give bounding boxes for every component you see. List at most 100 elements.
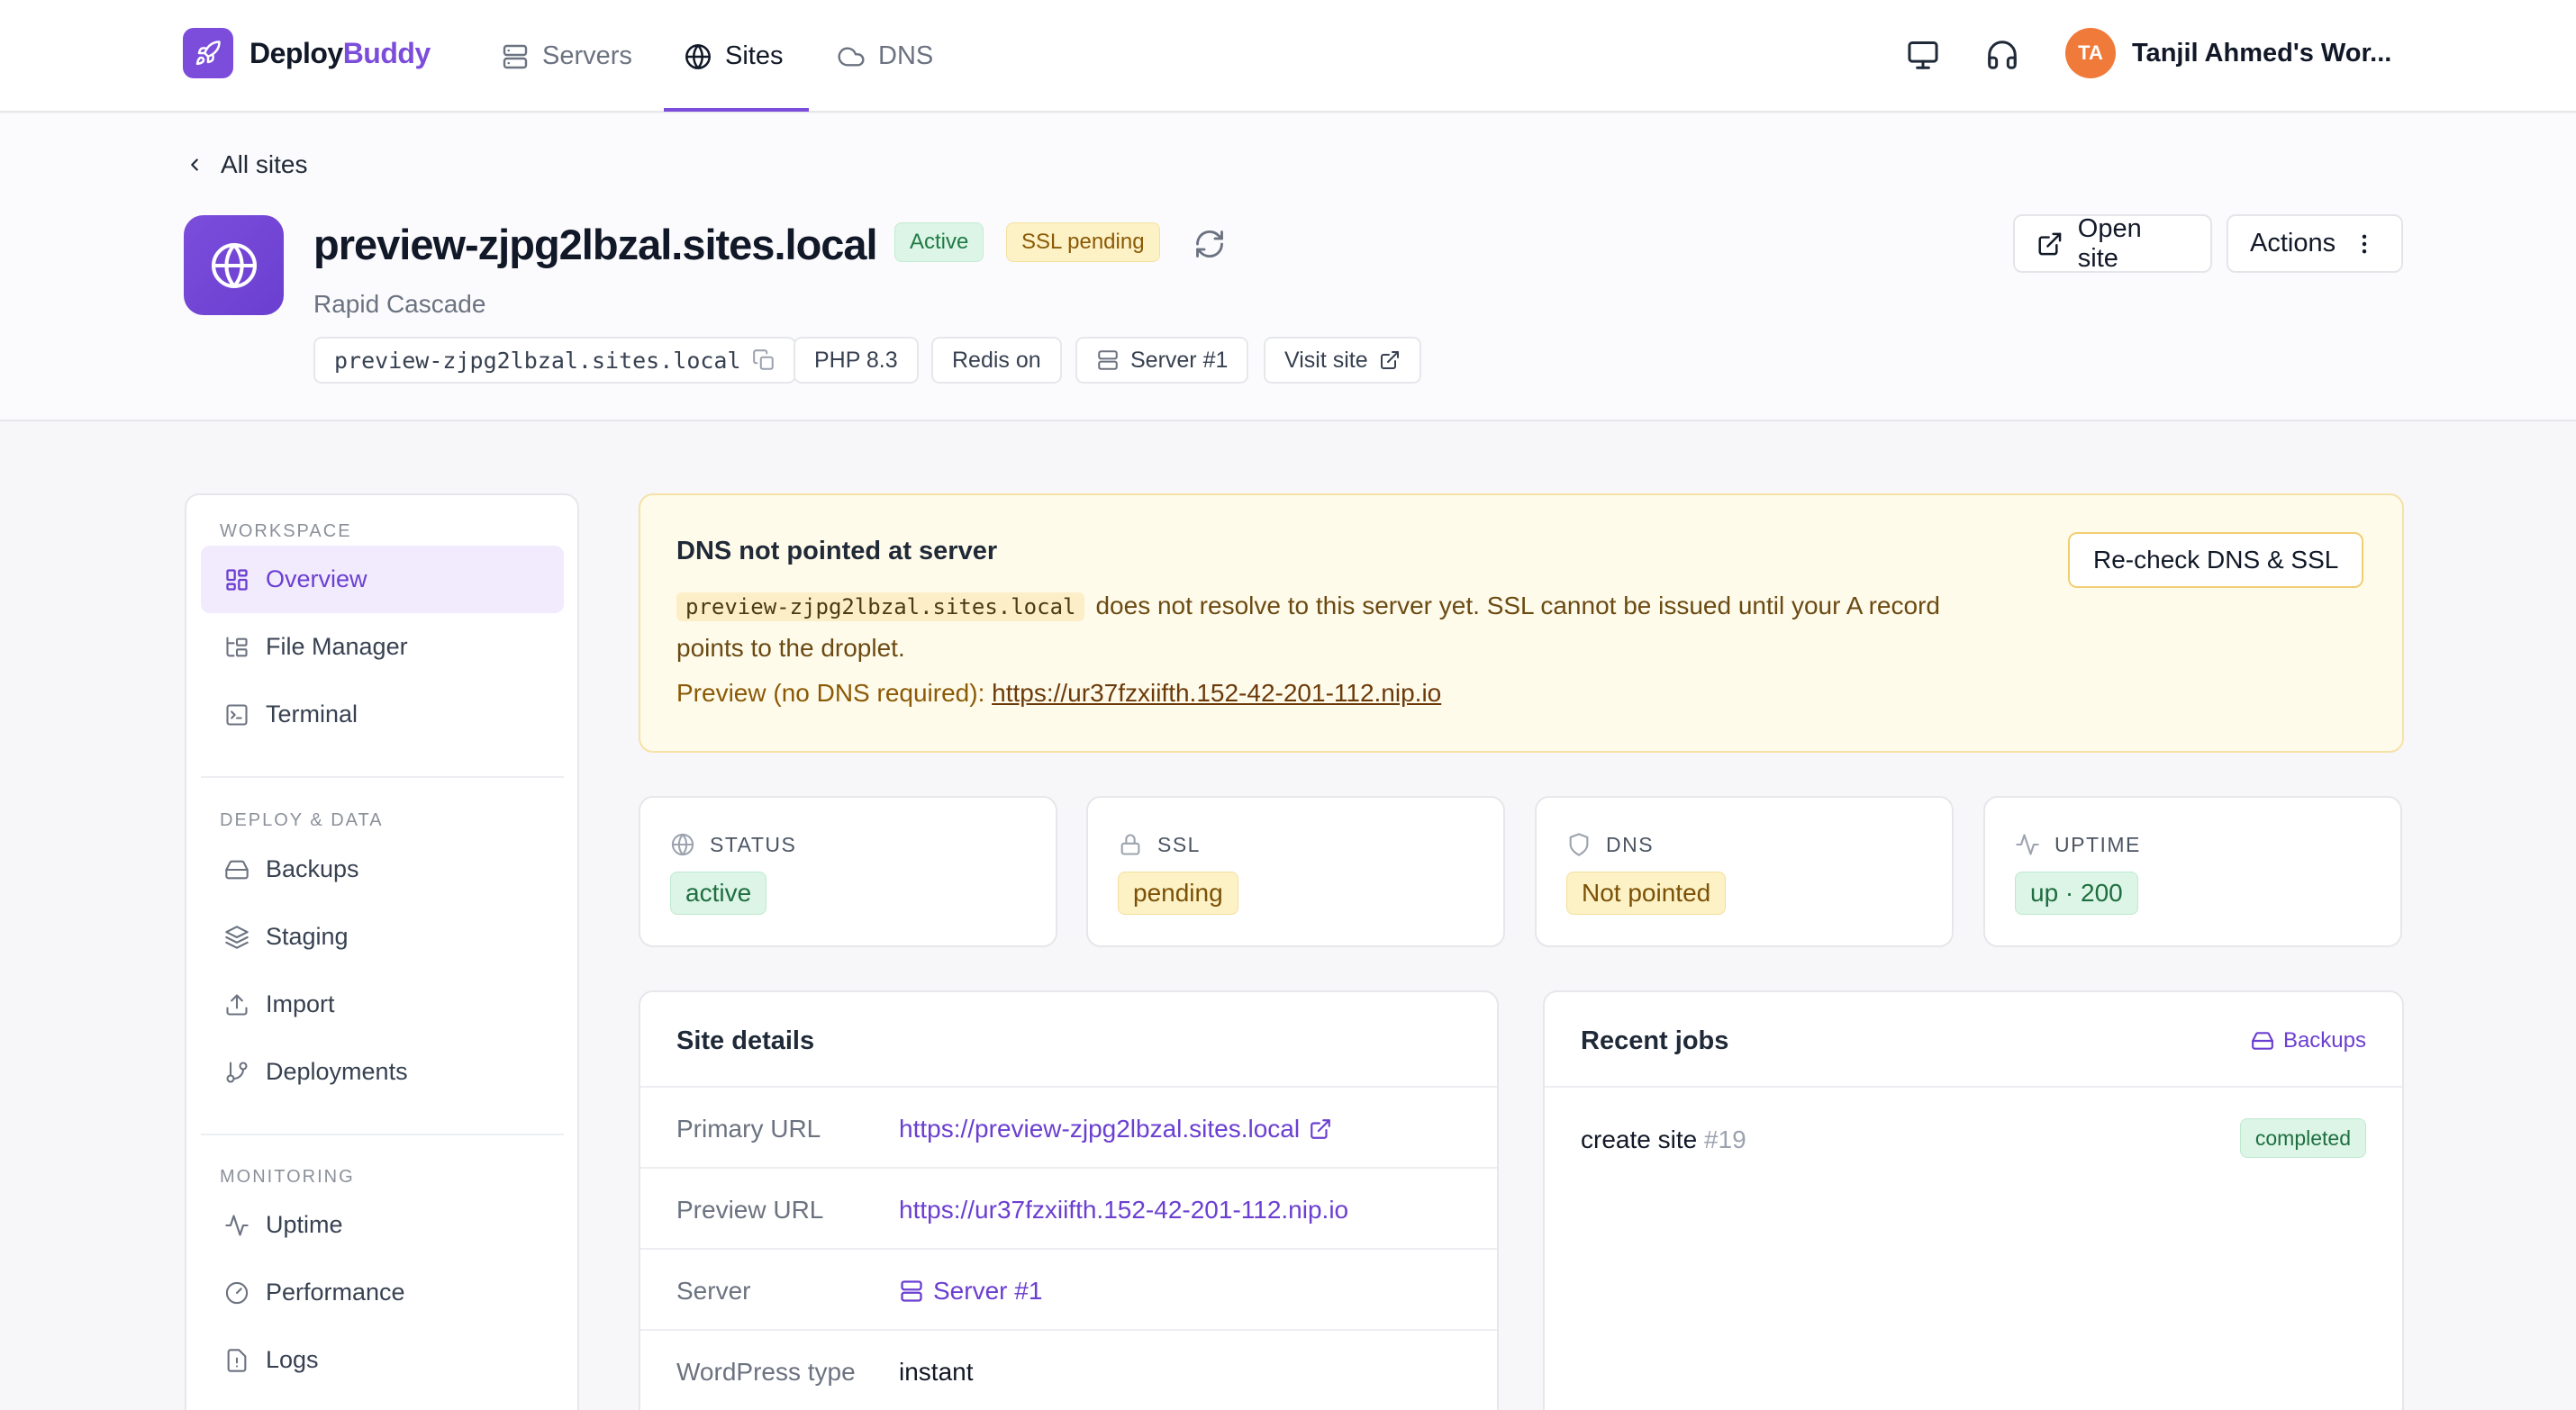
upload-icon <box>226 993 248 1016</box>
top-nav: DeployBuddy Servers Sites DNS TA Tanjil … <box>0 0 2576 113</box>
sidebar-divider <box>201 776 564 778</box>
active-tab-indicator <box>664 108 809 112</box>
sidebar-item-import[interactable]: Import <box>201 971 564 1038</box>
headphones-icon[interactable] <box>1985 38 2019 77</box>
monitor-icon[interactable] <box>1906 38 1940 77</box>
preview-url-value[interactable]: https://ur37fzxiifth.152-42-201-112.nip.… <box>899 1196 1348 1225</box>
detail-key: WordPress type <box>676 1358 856 1386</box>
detail-row-server: Server Server #1 <box>640 1250 1497 1331</box>
cloud-icon <box>838 46 865 67</box>
sidebar-item-label: Overview <box>266 565 367 592</box>
nav-servers[interactable]: Servers <box>501 0 632 113</box>
avatar: TA <box>2065 28 2116 78</box>
open-site-button[interactable]: Open site <box>2013 214 2212 273</box>
sidebar-item-deployments[interactable]: Deployments <box>201 1038 564 1106</box>
server-link[interactable]: Server #1 <box>899 1277 1042 1306</box>
site-subtitle: Rapid Cascade <box>313 290 486 318</box>
recent-jobs-title: Recent jobs <box>1581 1026 1729 1055</box>
detail-key: Primary URL <box>676 1115 821 1143</box>
sidebar-item-file-manager[interactable]: File Manager <box>201 613 564 681</box>
recheck-dns-button[interactable]: Re-check DNS & SSL <box>2068 532 2364 588</box>
globe-icon <box>671 833 694 856</box>
uptime-value: up · 200 <box>2015 872 2138 915</box>
brand-name-part2: Buddy <box>342 36 431 69</box>
sidebar-item-overview[interactable]: Overview <box>201 546 564 613</box>
detail-row-preview-url: Preview URL https://ur37fzxiifth.152-42-… <box>640 1169 1497 1250</box>
detail-row-primary-url: Primary URL https://preview-zjpg2lbzal.s… <box>640 1088 1497 1169</box>
nav-dns-label: DNS <box>878 41 934 70</box>
sidebar: WORKSPACE Overview File Manager Terminal… <box>185 493 579 1410</box>
activity-icon <box>225 1214 249 1236</box>
page-title: preview-zjpg2lbzal.sites.local <box>313 221 878 268</box>
ssl-card: SSL pending <box>1086 796 1505 947</box>
uptime-card-label: UPTIME <box>2015 832 2141 857</box>
brand-logo[interactable]: DeployBuddy <box>183 28 431 78</box>
hard-drive-icon <box>225 860 249 879</box>
sidebar-item-uptime[interactable]: Uptime <box>201 1191 564 1259</box>
user-menu[interactable]: TA Tanjil Ahmed's Wor... <box>2065 28 2391 78</box>
alert-title: DNS not pointed at server <box>676 537 998 565</box>
uptime-card: UPTIME up · 200 <box>1983 796 2402 947</box>
actions-button[interactable]: Actions <box>2227 214 2403 273</box>
sidebar-item-terminal[interactable]: Terminal <box>201 681 564 748</box>
preview-url-link[interactable]: https://ur37fzxiifth.152-42-201-112.nip.… <box>992 679 1441 707</box>
stat-label-text: STATUS <box>710 832 797 856</box>
lock-icon <box>1120 834 1140 855</box>
sidebar-item-backups[interactable]: Backups <box>201 836 564 903</box>
job-status-badge: completed <box>2239 1118 2366 1158</box>
sidebar-section-title: WORKSPACE <box>220 521 352 541</box>
layout-grid-icon <box>226 568 248 591</box>
alert-domain: preview-zjpg2lbzal.sites.local <box>676 592 1085 621</box>
job-name: create site <box>1581 1125 1698 1153</box>
php-chip-label: PHP 8.3 <box>814 347 898 373</box>
ssl-badge: SSL pending <box>1006 222 1160 262</box>
job-item[interactable]: create site #19 <box>1581 1125 1746 1154</box>
brand-name: DeployBuddy <box>249 37 431 70</box>
status-card: STATUS active <box>639 796 1057 947</box>
redis-chip: Redis on <box>931 337 1062 384</box>
preview-label: Preview (no DNS required): <box>676 679 985 707</box>
sidebar-item-logs[interactable]: Logs <box>201 1326 564 1394</box>
site-details-title: Site details <box>676 1026 815 1055</box>
sidebar-item-label: Performance <box>266 1279 405 1306</box>
external-link-icon <box>1380 351 1399 369</box>
folder-tree-icon <box>226 636 248 656</box>
detail-row-wordpress-type: WordPress type instant <box>640 1331 1497 1410</box>
backups-link[interactable]: Backups <box>2251 1028 2366 1053</box>
external-link-icon <box>2038 232 2062 255</box>
external-link-icon <box>1311 1119 1330 1139</box>
stat-label-text: UPTIME <box>2054 832 2141 856</box>
server-chip-label: Server #1 <box>1130 347 1229 373</box>
sidebar-item-label: File Manager <box>266 633 408 660</box>
status-badge: Active <box>894 222 984 262</box>
chevron-left-icon <box>191 158 198 171</box>
backups-link-label: Backups <box>2282 1028 2366 1053</box>
visit-site-chip[interactable]: Visit site <box>1264 337 1421 384</box>
sidebar-item-performance[interactable]: Performance <box>201 1259 564 1326</box>
sidebar-item-label: Staging <box>266 923 349 950</box>
nav-sites[interactable]: Sites <box>684 0 783 113</box>
activity-icon <box>2016 834 2039 855</box>
globe-icon <box>685 43 711 69</box>
server-icon <box>1098 350 1118 370</box>
status-value: active <box>670 872 767 915</box>
refresh-icon[interactable] <box>1193 228 1226 265</box>
sidebar-item-label: Import <box>266 990 335 1017</box>
shield-icon <box>1569 833 1589 856</box>
stat-label-text: SSL <box>1157 832 1201 856</box>
server-chip[interactable]: Server #1 <box>1075 337 1249 384</box>
sidebar-item-staging[interactable]: Staging <box>201 903 564 971</box>
dns-card-label: DNS <box>1566 832 1654 857</box>
primary-url-link[interactable]: https://preview-zjpg2lbzal.sites.local <box>899 1115 1332 1143</box>
ssl-card-label: SSL <box>1118 832 1201 857</box>
actions-label: Actions <box>2250 229 2336 258</box>
nav-dns[interactable]: DNS <box>837 0 933 113</box>
copy-icon[interactable] <box>752 348 776 372</box>
detail-key: Server <box>676 1277 751 1305</box>
status-card-label: STATUS <box>670 832 796 857</box>
domain-chip[interactable]: preview-zjpg2lbzal.sites.local <box>313 337 796 384</box>
dns-value: Not pointed <box>1566 872 1727 915</box>
alert-preview: Preview (no DNS required): https://ur37f… <box>676 679 1441 708</box>
back-link[interactable]: All sites <box>185 150 307 179</box>
open-site-label: Open site <box>2077 213 2142 273</box>
